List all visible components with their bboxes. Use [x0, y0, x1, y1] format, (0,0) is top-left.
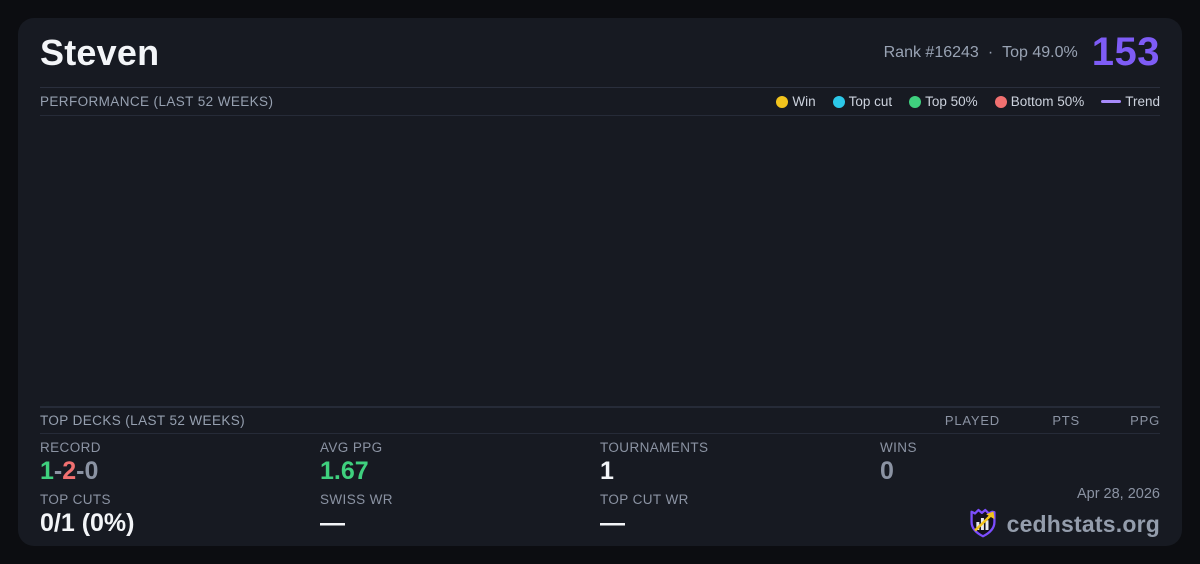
player-name: Steven — [40, 31, 160, 73]
stat-label: TOP CUTS — [40, 492, 111, 507]
rank-separator: · — [987, 43, 994, 61]
deck-column-headers: PLAYED PTS PPG — [920, 413, 1160, 428]
tournaments-value: 1 — [600, 457, 614, 485]
top-cuts-value: 0/1 (0%) — [40, 509, 135, 537]
stats-grid: RECORD 1-2-0 AVG PPG 1.67 TOURNAMENTS 1 … — [40, 434, 1160, 546]
top-percent-label: Top 49.0% — [1002, 43, 1078, 61]
stat-swiss-wr: SWISS WR — — [320, 492, 600, 546]
legend-item-bottom-50[interactable]: Bottom 50% — [994, 94, 1085, 109]
legend-label: Top 50% — [925, 94, 978, 109]
column-ppg: PPG — [1130, 413, 1160, 428]
brand-row[interactable]: cedhstats.org — [967, 506, 1160, 543]
column-pts: PTS — [1052, 413, 1080, 428]
trend-line-icon — [1101, 100, 1122, 103]
record-wins: 1 — [40, 457, 54, 485]
legend-label: Bottom 50% — [1010, 94, 1085, 109]
legend-label: Win — [792, 94, 816, 109]
stat-label: SWISS WR — [320, 492, 393, 507]
stat-label: AVG PPG — [320, 440, 383, 455]
footer-branding: Apr 28, 2026 cedhstats.org — [880, 486, 1160, 546]
record-draws: 0 — [84, 457, 99, 485]
legend-label: Top cut — [848, 94, 893, 109]
avg-ppg-value: 1.67 — [320, 457, 369, 485]
stat-avg-ppg: AVG PPG 1.67 — [320, 440, 600, 492]
swiss-wr-value: — — [320, 509, 345, 537]
stat-label: WINS — [880, 440, 917, 455]
stat-label: RECORD — [40, 440, 101, 455]
stat-tournaments: TOURNAMENTS 1 — [600, 440, 880, 492]
card-header: Steven Rank #16243 · Top 49.0% 153 — [40, 18, 1160, 88]
legend-item-top-50[interactable]: Top 50% — [909, 94, 978, 109]
report-date: Apr 28, 2026 — [1076, 486, 1160, 502]
legend-item-trend[interactable]: Trend — [1101, 94, 1160, 109]
legend-item-top-cut[interactable]: Top cut — [832, 94, 893, 109]
win-dot-icon — [776, 95, 789, 108]
performance-chart — [40, 116, 1160, 407]
site-name: cedhstats.org — [1006, 511, 1160, 537]
performance-header-row: PERFORMANCE (LAST 52 WEEKS) Win Top cut … — [40, 88, 1160, 116]
stat-record: RECORD 1-2-0 — [40, 440, 320, 492]
legend-label: Trend — [1125, 94, 1160, 109]
rank-label: Rank #16243 — [883, 43, 979, 61]
player-stats-card: Steven Rank #16243 · Top 49.0% 153 PERFO… — [18, 18, 1182, 546]
player-score: 153 — [1091, 30, 1160, 74]
top-decks-header-row: TOP DECKS (LAST 52 WEEKS) PLAYED PTS PPG — [40, 407, 1160, 434]
column-played: PLAYED — [944, 413, 1000, 428]
record-separator: - — [53, 457, 63, 485]
cedhstats-shield-logo-icon — [967, 506, 999, 543]
bottom-50-dot-icon — [994, 95, 1007, 108]
stat-label: TOP CUT WR — [600, 492, 689, 507]
record-value: 1-2-0 — [40, 457, 320, 486]
header-right: Rank #16243 · Top 49.0% 153 — [884, 30, 1160, 75]
stat-top-cut-wr: TOP CUT WR — — [600, 492, 880, 546]
stat-wins: WINS 0 — [880, 440, 1160, 492]
top-cut-wr-value: — — [600, 509, 625, 537]
top-50-dot-icon — [909, 95, 922, 108]
wins-value: 0 — [880, 457, 894, 485]
chart-legend: Win Top cut Top 50% Bottom 50% Trend — [776, 94, 1160, 109]
stat-top-cuts: TOP CUTS 0/1 (0%) — [40, 492, 320, 546]
stat-label: TOURNAMENTS — [600, 440, 709, 455]
top-cut-dot-icon — [832, 95, 845, 108]
performance-title: PERFORMANCE (LAST 52 WEEKS) — [40, 94, 274, 109]
legend-item-win[interactable]: Win — [776, 94, 816, 109]
record-losses: 2 — [62, 457, 77, 485]
rank-summary: Rank #16243 · Top 49.0% — [884, 44, 1078, 62]
top-decks-title: TOP DECKS (LAST 52 WEEKS) — [40, 413, 246, 428]
